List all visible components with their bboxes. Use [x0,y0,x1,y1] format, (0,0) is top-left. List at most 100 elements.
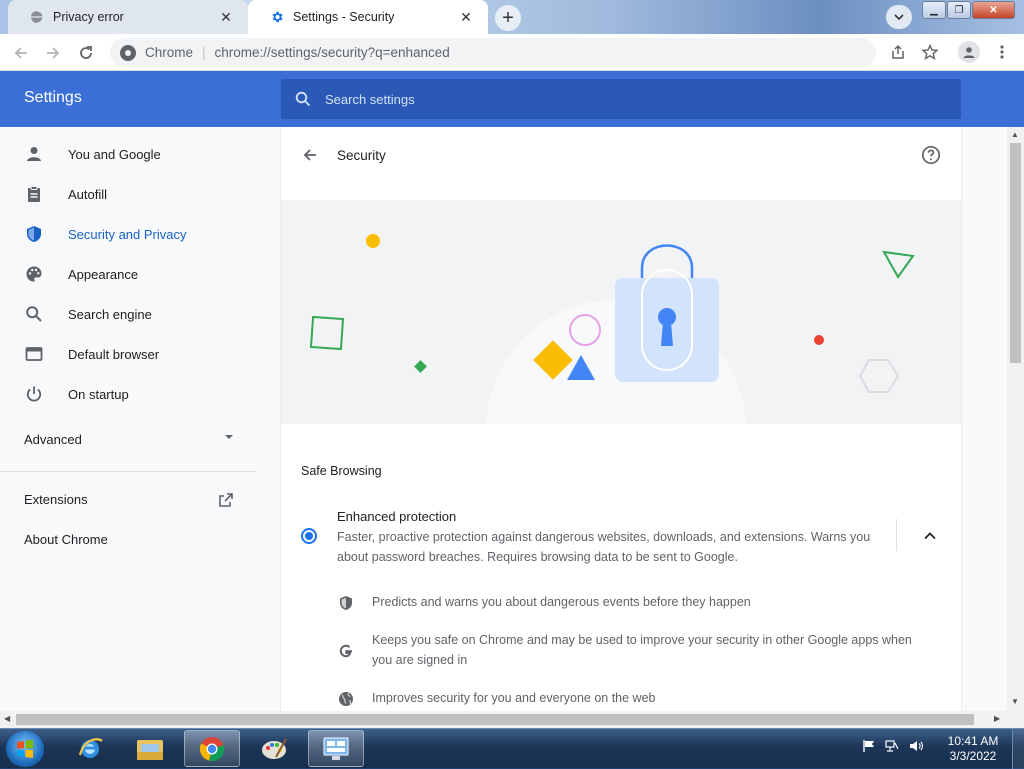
profile-avatar[interactable] [958,41,980,63]
network-icon[interactable] [884,739,900,753]
feature-text: Improves security for you and everyone o… [372,691,656,705]
palette-icon [24,264,44,284]
menu-more-icon[interactable] [992,42,1012,62]
security-card: Security Safe Browsing Enhanced protecti… [281,127,961,711]
scroll-up-arrow-icon[interactable]: ▲ [1011,130,1020,139]
caret-down-icon [225,435,233,439]
scroll-right-arrow-icon[interactable]: ▶ [994,714,1000,723]
close-window-button[interactable]: ✕ [972,1,1015,19]
sidebar-item-appearance[interactable]: Appearance [0,254,256,294]
taskbar-clock[interactable]: 10:41 AM 3/3/2022 [940,734,1006,764]
sidebar-item-label: Search engine [68,306,152,322]
scroll-thumb[interactable] [16,714,974,725]
chrome-icon [199,736,225,761]
sidebar-item-label: Security and Privacy [68,226,187,242]
sidebar-item-on-startup[interactable]: On startup [0,374,256,414]
page-title: Security [337,147,386,163]
internet-explorer-icon [78,737,103,758]
sidebar-item-label: You and Google [68,146,161,162]
clock-time: 10:41 AM [947,734,999,748]
scroll-down-arrow-icon[interactable]: ▼ [1011,697,1020,706]
section-title: Safe Browsing [301,464,382,478]
tab-search-button[interactable] [886,5,912,29]
reload-button[interactable] [73,40,99,66]
search-icon [293,89,313,109]
scroll-left-arrow-icon[interactable]: ◀ [4,714,10,723]
settings-header: Settings [0,71,1024,127]
browser-toolbar: Chrome | chrome://settings/security?q=en… [0,34,1024,71]
option-divider [896,519,897,551]
site-info-icon[interactable] [120,44,136,61]
sidebar-item-label: On startup [68,386,129,402]
search-icon [24,304,44,324]
back-arrow-icon[interactable] [299,144,321,166]
scroll-thumb[interactable] [1010,143,1021,363]
security-header: Security [281,127,961,183]
forward-button[interactable] [40,40,66,66]
extensions-label: Extensions [24,492,88,507]
power-icon [24,384,44,404]
sidebar-advanced[interactable]: Advanced [24,432,234,447]
search-input[interactable] [325,91,925,107]
option-description: Faster, proactive protection against dan… [337,530,871,564]
close-tab-icon[interactable]: ✕ [458,9,474,25]
advanced-label: Advanced [24,432,82,447]
taskbar-remote-desktop[interactable] [308,730,364,767]
minimize-button[interactable]: ▁ [922,1,946,19]
new-tab-button[interactable]: + [495,5,521,31]
show-desktop-button[interactable] [1012,729,1024,769]
feature-text: Keeps you safe on Chrome and may be used… [372,633,912,667]
security-illustration [281,200,961,424]
flag-icon[interactable] [862,739,876,753]
taskbar-paint[interactable] [246,730,302,767]
folder-icon [137,739,163,760]
share-icon[interactable] [888,42,908,62]
chevron-up-icon[interactable] [921,527,939,545]
vertical-scrollbar[interactable]: ▲ ▼ [1007,127,1024,711]
volume-icon[interactable] [908,739,924,753]
settings-sidebar: You and Google Autofill Security and Pri… [0,127,256,711]
close-tab-icon[interactable]: ✕ [218,9,234,25]
arrow-left-icon [14,47,27,59]
shield-icon [337,594,355,612]
windows-logo-icon [17,739,33,758]
computer-icon [323,736,349,760]
option-title: Enhanced protection [337,509,457,524]
tab-privacy-error[interactable]: Privacy error ✕ [8,0,248,34]
tab-strip: Privacy error ✕ Settings - Security ✕ + … [0,0,1024,34]
sidebar-item-label: Default browser [68,346,160,362]
shield-icon [24,224,44,244]
bookmark-star-icon[interactable] [920,42,940,62]
person-icon [24,144,44,164]
address-bar[interactable]: Chrome | chrome://settings/security?q=en… [110,38,876,67]
sidebar-item-you-and-google[interactable]: You and Google [0,134,256,174]
globe-icon [337,690,355,708]
taskbar-file-explorer[interactable] [122,730,178,767]
url-text[interactable]: chrome://settings/security?q=enhanced [215,45,450,60]
sidebar-item-about-chrome[interactable]: About Chrome [24,532,108,547]
start-button[interactable] [6,731,44,767]
back-button[interactable] [8,40,34,66]
google-g-icon [337,642,355,660]
tab-title: Privacy error [53,10,124,24]
sidebar-item-default-browser[interactable]: Default browser [0,334,256,374]
sidebar-divider [0,471,256,472]
help-icon[interactable] [921,145,941,165]
maximize-button[interactable]: ❐ [947,1,971,19]
enhanced-protection-radio[interactable] [301,528,317,544]
sidebar-item-extensions[interactable]: Extensions [24,492,234,508]
taskbar-chrome[interactable] [184,730,240,767]
feature-text: Predicts and warns you about dangerous e… [372,595,751,609]
sidebar-item-security-and-privacy[interactable]: Security and Privacy [0,214,256,254]
sidebar-item-search-engine[interactable]: Search engine [0,294,256,334]
browser-icon [24,344,44,364]
site-label: Chrome [145,45,194,60]
globe-icon [30,10,44,24]
sidebar-item-autofill[interactable]: Autofill [0,174,256,214]
open-in-new-icon [219,493,233,507]
tab-settings-security[interactable]: Settings - Security ✕ [248,0,488,34]
taskbar-internet-explorer[interactable] [62,730,118,767]
horizontal-scrollbar[interactable]: ◀ ▶ [0,711,1024,728]
reload-icon [80,46,92,59]
settings-search[interactable] [281,79,961,119]
